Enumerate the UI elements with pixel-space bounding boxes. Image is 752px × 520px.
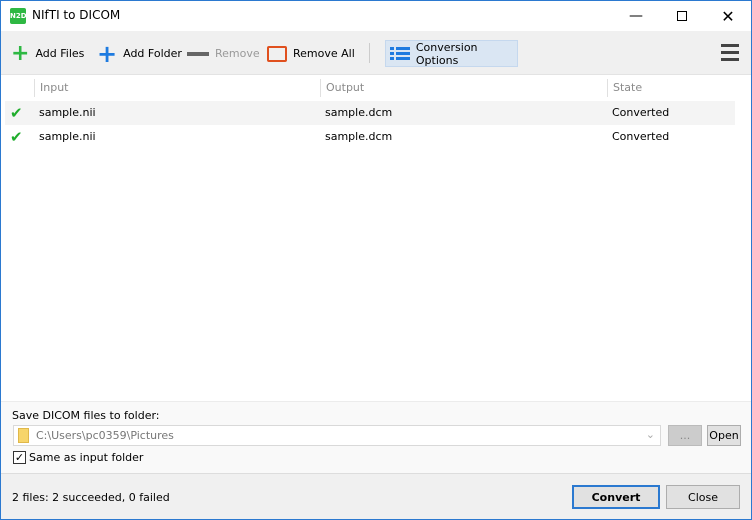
title-bar: N2D NIfTI to DICOM — ✕	[1, 1, 751, 31]
close-window-button[interactable]: ✕	[705, 1, 751, 31]
output-cell: sample.dcm	[325, 130, 393, 143]
plus-icon: +	[11, 41, 30, 66]
folder-icon	[18, 428, 29, 443]
add-folder-button[interactable]: + Add Folder	[93, 39, 186, 68]
app-window: N2D NIfTI to DICOM — ✕ + Add Files + Add F…	[0, 0, 752, 520]
browse-button[interactable]: ...	[668, 425, 702, 446]
close-button[interactable]: Close	[666, 485, 740, 509]
output-folder-combobox[interactable]: C:\Users\pc0359\Pictures ⌄	[13, 425, 661, 446]
table-row[interactable]: ✔ sample.nii sample.dcm Converted	[5, 125, 735, 149]
hamburger-menu-icon[interactable]	[721, 44, 739, 65]
add-files-button[interactable]: + Add Files	[7, 40, 88, 67]
output-cell: sample.dcm	[325, 106, 393, 119]
minus-icon	[187, 51, 209, 56]
minimize-button[interactable]: —	[613, 1, 659, 31]
maximize-button[interactable]	[659, 1, 705, 31]
check-icon: ✔	[10, 128, 23, 146]
list-icon	[390, 45, 410, 62]
output-folder-label: Save DICOM files to folder:	[12, 409, 160, 422]
checkbox-checked-icon: ✓	[13, 451, 26, 464]
state-cell: Converted	[612, 130, 670, 143]
column-header-input[interactable]: Input	[34, 79, 320, 97]
remove-all-button[interactable]: Remove All	[263, 40, 359, 67]
output-panel: Save DICOM files to folder: C:\Users\pc0…	[1, 401, 751, 473]
input-cell: sample.nii	[39, 106, 96, 119]
same-as-input-checkbox[interactable]: ✓ Same as input folder	[13, 451, 143, 464]
app-icon: N2D	[10, 8, 27, 24]
column-header-output[interactable]: Output	[320, 79, 607, 97]
status-text: 2 files: 2 succeeded, 0 failed	[12, 491, 170, 504]
plus-icon: +	[97, 39, 118, 68]
check-icon: ✔	[10, 104, 23, 122]
remove-button[interactable]: Remove	[183, 40, 264, 67]
window-title: NIfTI to DICOM	[32, 8, 121, 22]
toolbar-divider	[369, 43, 370, 63]
state-cell: Converted	[612, 106, 670, 119]
square-icon	[267, 45, 287, 62]
chevron-down-icon[interactable]: ⌄	[646, 428, 655, 441]
open-button[interactable]: Open	[707, 425, 741, 446]
convert-button[interactable]: Convert	[572, 485, 660, 509]
input-cell: sample.nii	[39, 130, 96, 143]
column-header-state[interactable]: State	[607, 79, 735, 97]
status-footer: 2 files: 2 succeeded, 0 failed Convert C…	[1, 473, 751, 519]
conversion-options-button[interactable]: Conversion Options	[385, 40, 518, 67]
table-row[interactable]: ✔ sample.nii sample.dcm Converted	[5, 101, 735, 125]
toolbar: + Add Files + Add Folder Remove Remove All…	[1, 31, 751, 75]
output-folder-path: C:\Users\pc0359\Pictures	[36, 429, 174, 442]
